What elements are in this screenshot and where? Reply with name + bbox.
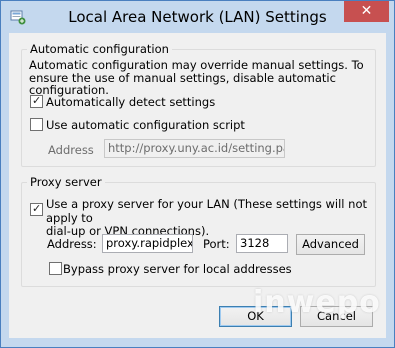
use-proxy-label[interactable]: Use a proxy server for your LAN (These s… [46,197,371,239]
auto-config-script-label[interactable]: Use automatic configuration script [46,118,245,132]
detect-settings-checkbox[interactable]: ✓ [30,94,43,108]
proxy-port-label: Port: [203,237,230,251]
use-proxy-checkbox[interactable]: ✓ [30,202,43,216]
window-title: Local Area Network (LAN) Settings [68,8,327,26]
watermark-logo: inwepo [253,285,381,320]
advanced-button[interactable]: Advanced [296,234,365,255]
auto-config-script-checkbox[interactable] [30,118,43,131]
bypass-local-label[interactable]: Bypass proxy server for local addresses [63,262,292,276]
checkmark-icon: ✓ [32,94,42,107]
proxy-port-input[interactable]: 3128 [236,234,288,253]
proxy-address-input[interactable]: proxy.rapidplex. [102,234,193,253]
checkmark-icon: ✓ [32,202,42,215]
proxy-server-title: Proxy server [27,175,105,189]
proxy-address-label: Address: [47,237,97,251]
auto-config-description: Automatic configuration may override man… [29,58,364,97]
title-bar[interactable]: Local Area Network (LAN) Settings ✕ [1,1,394,33]
detect-settings-label[interactable]: Automatically detect settings [46,95,215,109]
script-address-label: Address [48,143,94,157]
bypass-local-checkbox[interactable] [49,262,62,275]
automatic-configuration-title: Automatic configuration [27,42,172,56]
lan-settings-dialog: Local Area Network (LAN) Settings ✕ Auto… [0,0,395,348]
close-button[interactable]: ✕ [344,1,389,22]
script-address-input[interactable]: http://proxy.uny.ac.id/setting.pac [104,139,285,158]
use-proxy-label-line1: Use a proxy server for your LAN (These s… [46,197,367,225]
